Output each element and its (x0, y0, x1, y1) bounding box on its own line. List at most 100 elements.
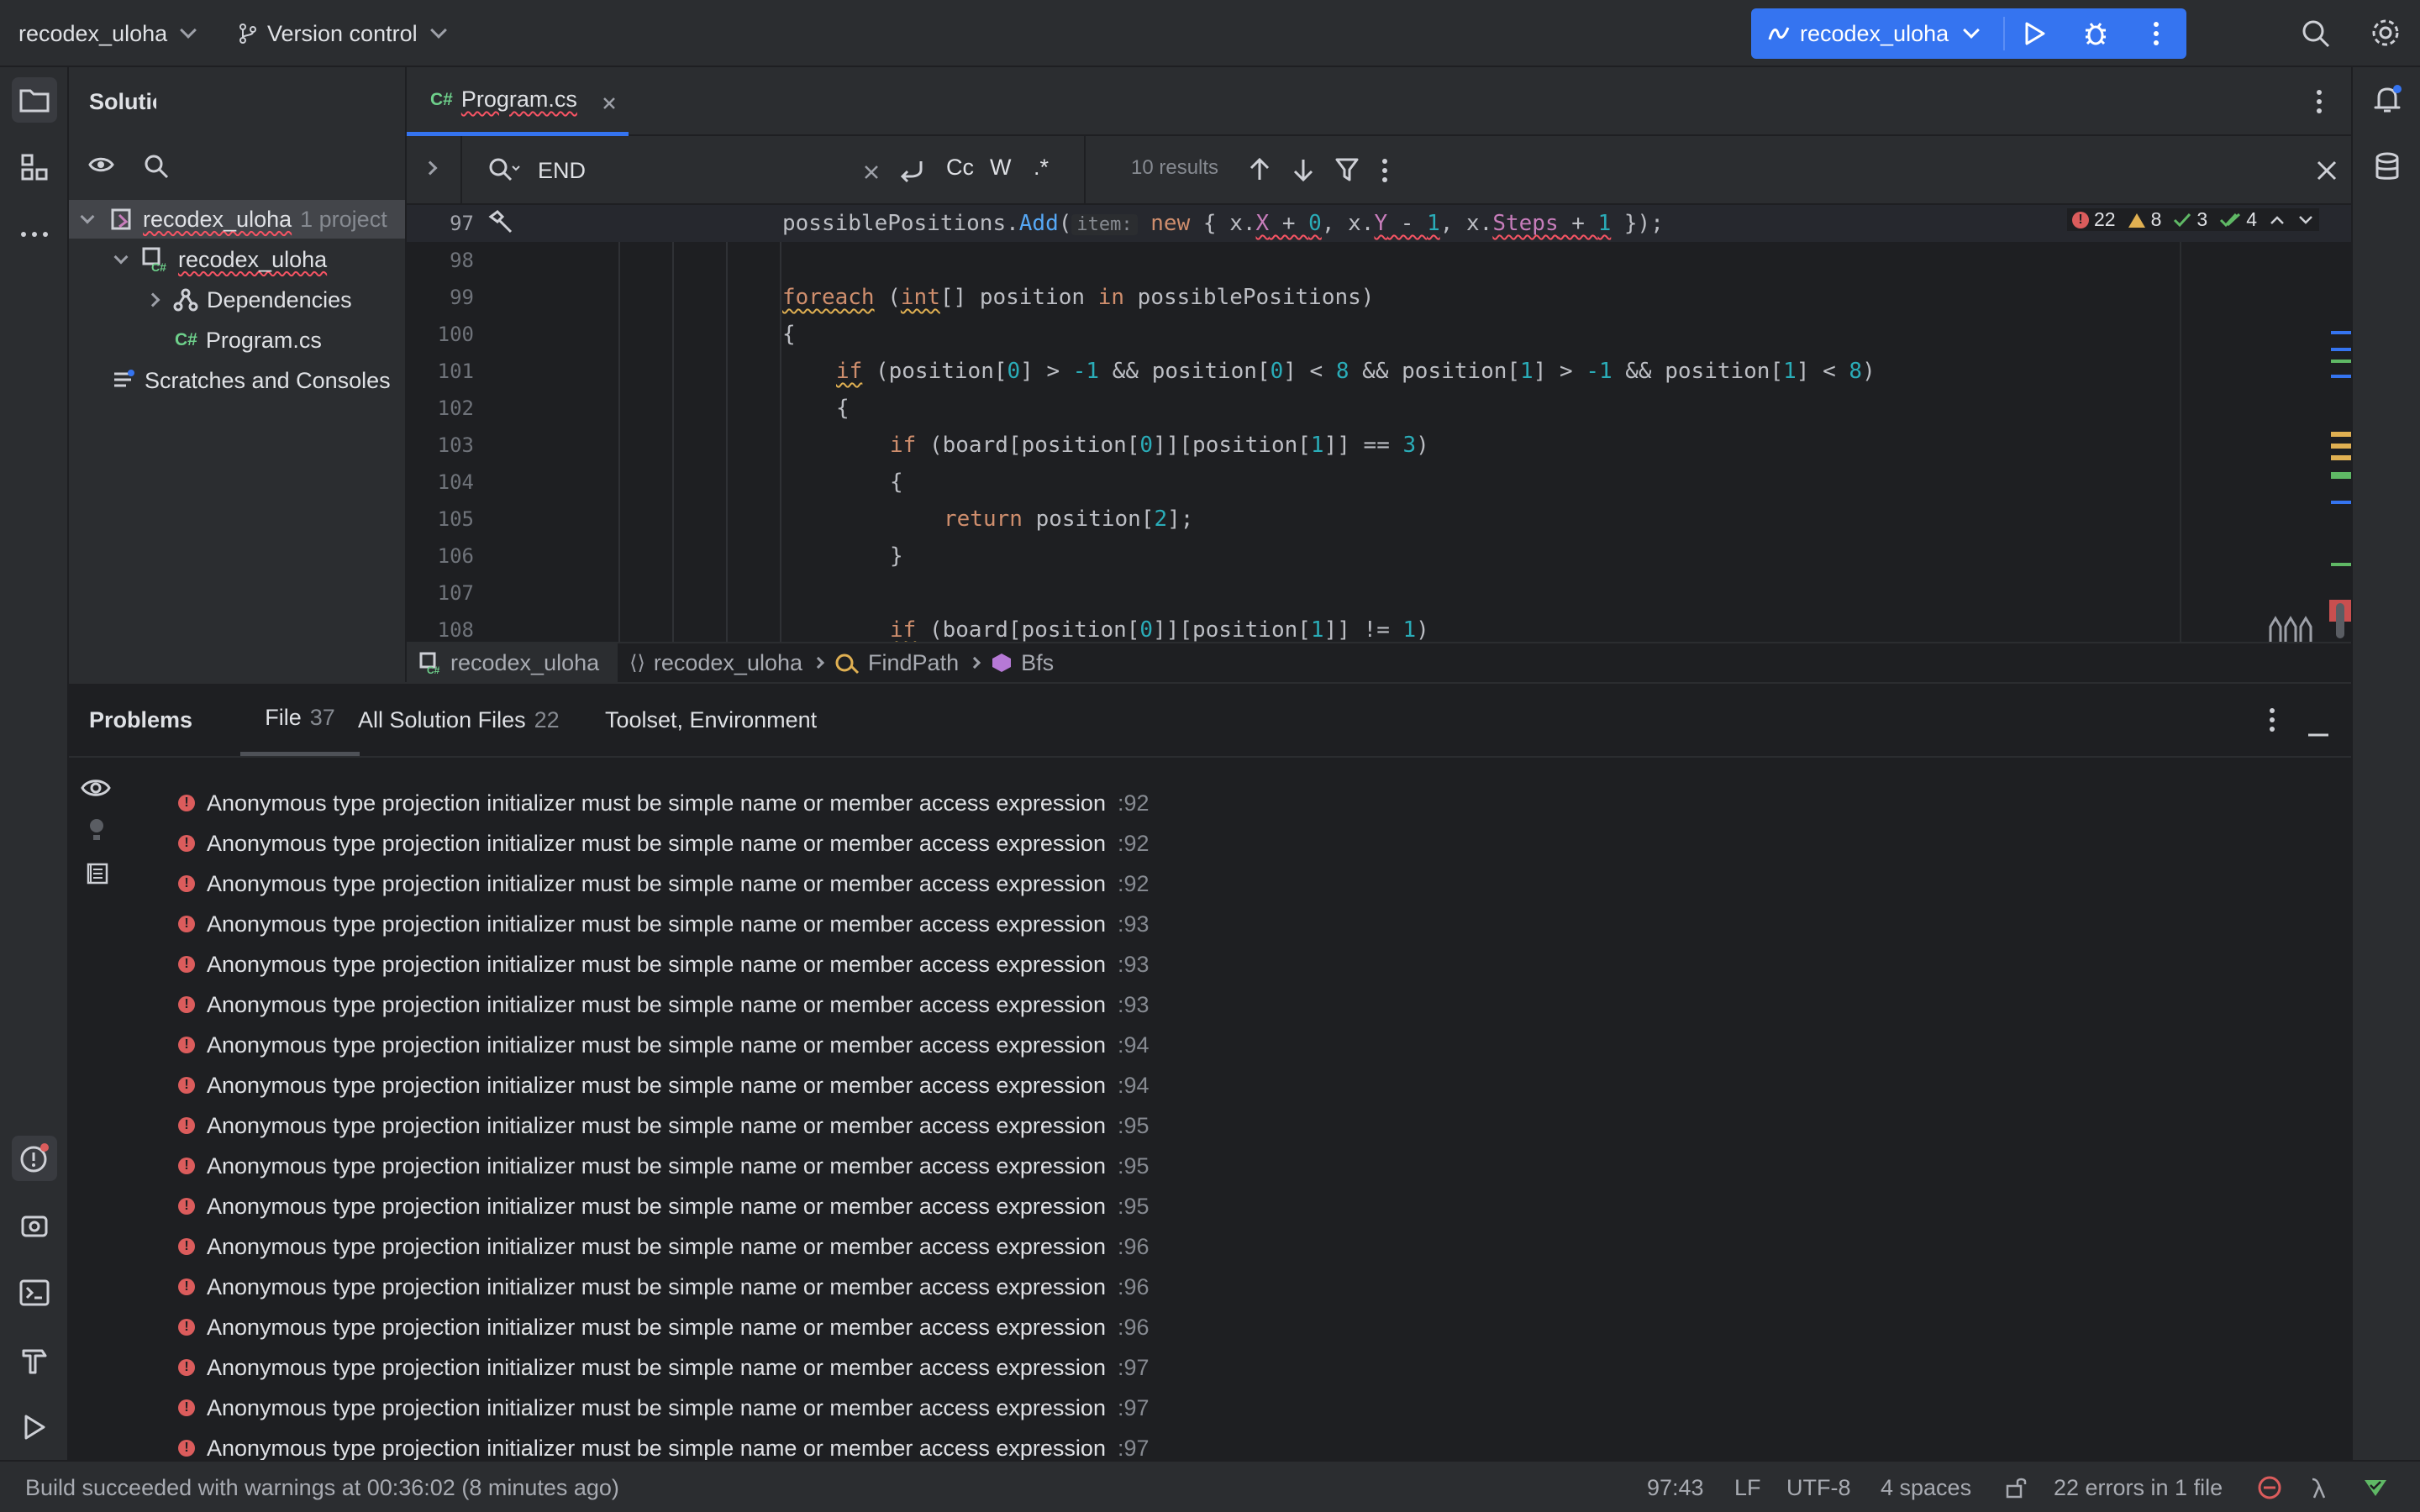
minimize-panel-button[interactable] (2307, 717, 2329, 743)
problems-tool-button[interactable] (12, 1136, 57, 1181)
expand-replace-button[interactable] (423, 160, 438, 176)
scrollbar-thumb[interactable] (2336, 603, 2344, 638)
settings-button[interactable] (2370, 17, 2403, 50)
problem-row[interactable]: ! Anonymous type projection initializer m… (178, 1428, 1150, 1460)
reader-mode-icon[interactable] (2267, 615, 2316, 642)
tree-item-label: recodex_uloha (143, 206, 292, 232)
whole-words-button[interactable]: W (990, 155, 1011, 181)
tab-toolset-environment[interactable]: Toolset, Environment (605, 684, 817, 756)
find-input[interactable] (538, 153, 874, 188)
code-area[interactable]: 97 possiblePositions.Add(item: new { x.X… (407, 205, 2351, 642)
line-separator[interactable]: LF (1734, 1462, 1761, 1512)
project-tool-button[interactable] (12, 77, 57, 123)
code-text: { (836, 396, 850, 421)
tab-file[interactable]: File 37 (240, 684, 360, 756)
problem-row[interactable]: ! Anonymous type projection initializer m… (178, 1186, 1150, 1226)
caret-position[interactable]: 97:43 (1647, 1462, 1704, 1512)
clear-search-button[interactable] (862, 161, 881, 187)
chevron-right-icon (145, 292, 160, 307)
problem-row[interactable]: ! Anonymous type projection initializer m… (178, 823, 1150, 864)
breadcrumb-project[interactable]: C# recodex_uloha (407, 643, 618, 682)
problem-row[interactable]: ! Anonymous type projection initializer m… (178, 944, 1150, 984)
tree-item-solution[interactable]: recodex_uloha 1 project (69, 200, 405, 239)
problem-row[interactable]: ! Anonymous type projection initializer m… (178, 864, 1150, 904)
tab-program-cs[interactable]: C# Program.cs (407, 67, 629, 136)
solution-panel: Solution recodex_uloha 1 project C# reco… (69, 67, 407, 682)
problem-line-ref: :97 (1117, 1435, 1150, 1461)
services-tool-button[interactable] (12, 1203, 57, 1248)
problem-row[interactable]: ! Anonymous type projection initializer m… (178, 1347, 1150, 1388)
run-button[interactable] (2005, 8, 2065, 59)
tree-item-dependencies[interactable]: Dependencies (145, 281, 352, 319)
file-encoding[interactable]: UTF-8 (1786, 1462, 1851, 1512)
filter-button[interactable] (1334, 156, 1360, 189)
error-summary[interactable]: 22 errors in 1 file (2054, 1462, 2223, 1512)
chevron-down-icon[interactable] (2297, 214, 2314, 226)
stripe-mark (2331, 563, 2351, 566)
more-tools-button[interactable] (12, 212, 57, 257)
problem-row[interactable]: ! Anonymous type projection initializer m… (178, 1226, 1150, 1267)
read-only-toggle[interactable] (2005, 1462, 2028, 1512)
close-tab-button[interactable] (601, 92, 618, 109)
inspection-status[interactable] (2257, 1462, 2282, 1512)
problem-row[interactable]: ! Anonymous type projection initializer m… (178, 1146, 1150, 1186)
run-tool-button[interactable] (12, 1404, 57, 1450)
regex-button[interactable]: .* (1034, 155, 1049, 181)
search-tree-button[interactable] (143, 153, 173, 183)
error-stripe[interactable] (2324, 205, 2351, 642)
chevron-down-icon (80, 209, 95, 224)
show-preview-button[interactable] (81, 776, 111, 806)
stripe-mark (2331, 432, 2351, 437)
breadcrumb-namespace[interactable]: ⟨⟩ recodex_uloha (629, 650, 802, 676)
locate-file-button[interactable] (87, 151, 121, 185)
build-status[interactable]: Build succeeded with warnings at 00:36:0… (25, 1462, 619, 1512)
quick-fix-button[interactable] (87, 816, 106, 849)
problem-row[interactable]: ! Anonymous type projection initializer m… (178, 1105, 1150, 1146)
run-config-selector[interactable]: recodex_uloha (1751, 8, 2003, 59)
database-tool-button[interactable] (2365, 144, 2410, 190)
version-control-menu[interactable]: Version control (237, 0, 447, 67)
chevron-up-icon[interactable] (2269, 214, 2286, 226)
close-find-button[interactable] (2316, 160, 2338, 187)
structure-tool-button[interactable] (12, 144, 57, 190)
tree-item-scratches[interactable]: Scratches and Consoles (111, 361, 391, 400)
breadcrumb-label: recodex_uloha (450, 649, 600, 675)
problem-row[interactable]: ! Anonymous type projection initializer m… (178, 1267, 1150, 1307)
project-switcher[interactable]: recodex_uloha (18, 0, 197, 67)
find-options-button[interactable] (1381, 158, 1388, 189)
previous-occurrence-button[interactable] (1249, 156, 1270, 189)
more-actions-button[interactable] (2126, 8, 2186, 59)
solution-wide-analysis[interactable] (2363, 1462, 2388, 1512)
problem-row[interactable]: ! Anonymous type projection initializer m… (178, 783, 1150, 823)
new-line-button[interactable] (897, 156, 926, 191)
line-number: 102 (437, 396, 474, 420)
search-history-button[interactable] (487, 156, 521, 191)
tab-actions-button[interactable] (2316, 89, 2333, 116)
inspection-widget[interactable]: ! 22 8 3 4 (2067, 208, 2319, 231)
problems-options-button[interactable] (2269, 707, 2275, 738)
debug-button[interactable] (2065, 8, 2126, 59)
indent-settings[interactable]: 4 spaces (1881, 1462, 1971, 1512)
problem-row[interactable]: ! Anonymous type projection initializer m… (178, 984, 1150, 1025)
ai-assistant-status[interactable] (2309, 1462, 2329, 1512)
next-occurrence-button[interactable] (1292, 156, 1314, 189)
code-line: 100 { (407, 316, 2351, 353)
tree-item-project[interactable]: C# recodex_uloha (113, 240, 327, 279)
notifications-button[interactable] (2365, 77, 2410, 123)
problem-row[interactable]: ! Anonymous type projection initializer m… (178, 904, 1150, 944)
problem-row[interactable]: ! Anonymous type projection initializer m… (178, 1025, 1150, 1065)
terminal-tool-button[interactable] (12, 1270, 57, 1315)
problem-row[interactable]: ! Anonymous type projection initializer m… (178, 1388, 1150, 1428)
breadcrumb-class[interactable]: FindPath (834, 650, 959, 676)
minimize-icon (2308, 733, 2328, 737)
problem-row[interactable]: ! Anonymous type projection initializer m… (178, 1065, 1150, 1105)
match-case-button[interactable]: Cc (946, 155, 974, 181)
group-by-button[interactable] (86, 862, 109, 891)
tab-all-solution-files[interactable]: All Solution Files 22 (358, 684, 560, 756)
search-everywhere-button[interactable] (2301, 18, 2334, 52)
breadcrumb-method[interactable]: Bfs (991, 650, 1054, 676)
tree-item-program-cs[interactable]: C# Program.cs (175, 321, 322, 360)
problem-row[interactable]: ! Anonymous type projection initializer m… (178, 1307, 1150, 1347)
code-token: ) (1416, 433, 1429, 458)
build-tool-button[interactable] (12, 1337, 57, 1383)
